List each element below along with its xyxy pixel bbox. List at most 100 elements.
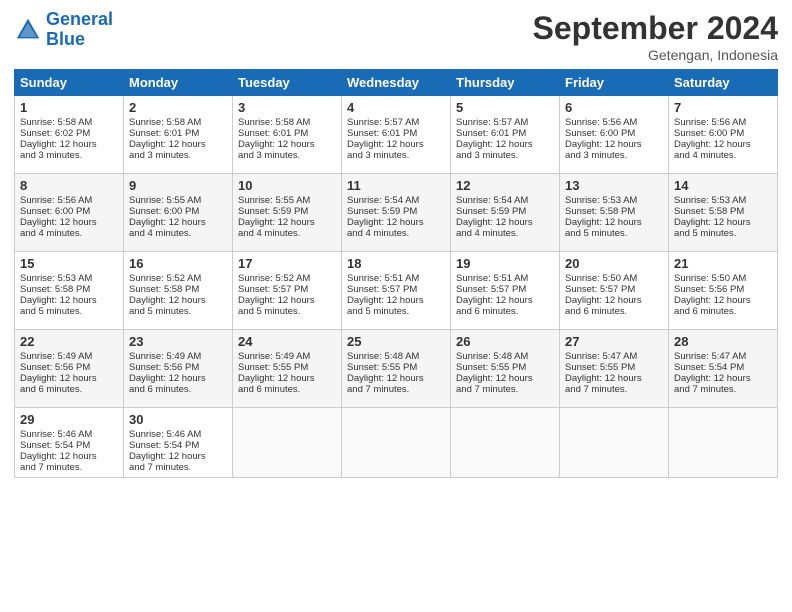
calendar-cell: 20Sunrise: 5:50 AMSunset: 5:57 PMDayligh… bbox=[560, 252, 669, 330]
calendar-cell bbox=[342, 408, 451, 478]
daylight-text-cont: and 7 minutes. bbox=[565, 384, 663, 395]
calendar-cell: 7Sunrise: 5:56 AMSunset: 6:00 PMDaylight… bbox=[669, 96, 778, 174]
sunset-text: Sunset: 5:56 PM bbox=[674, 284, 772, 295]
sunset-text: Sunset: 5:55 PM bbox=[456, 362, 554, 373]
calendar-cell bbox=[451, 408, 560, 478]
daylight-text-cont: and 6 minutes. bbox=[238, 384, 336, 395]
sunrise-text: Sunrise: 5:57 AM bbox=[456, 117, 554, 128]
day-number: 13 bbox=[565, 178, 663, 193]
sunset-text: Sunset: 5:58 PM bbox=[674, 206, 772, 217]
sunrise-text: Sunrise: 5:57 AM bbox=[347, 117, 445, 128]
daylight-text: Daylight: 12 hours bbox=[456, 139, 554, 150]
sunset-text: Sunset: 6:01 PM bbox=[238, 128, 336, 139]
sunset-text: Sunset: 6:00 PM bbox=[20, 206, 118, 217]
daylight-text: Daylight: 12 hours bbox=[565, 217, 663, 228]
calendar-cell bbox=[669, 408, 778, 478]
sunrise-text: Sunrise: 5:47 AM bbox=[674, 351, 772, 362]
calendar-table: SundayMondayTuesdayWednesdayThursdayFrid… bbox=[14, 69, 778, 478]
day-number: 5 bbox=[456, 100, 554, 115]
sunset-text: Sunset: 5:58 PM bbox=[565, 206, 663, 217]
daylight-text-cont: and 7 minutes. bbox=[674, 384, 772, 395]
sunrise-text: Sunrise: 5:51 AM bbox=[456, 273, 554, 284]
daylight-text-cont: and 5 minutes. bbox=[129, 306, 227, 317]
day-header-thursday: Thursday bbox=[451, 70, 560, 96]
week-row-3: 15Sunrise: 5:53 AMSunset: 5:58 PMDayligh… bbox=[15, 252, 778, 330]
daylight-text: Daylight: 12 hours bbox=[565, 295, 663, 306]
sunrise-text: Sunrise: 5:53 AM bbox=[20, 273, 118, 284]
sunset-text: Sunset: 5:56 PM bbox=[20, 362, 118, 373]
sunrise-text: Sunrise: 5:49 AM bbox=[20, 351, 118, 362]
day-number: 12 bbox=[456, 178, 554, 193]
daylight-text: Daylight: 12 hours bbox=[456, 217, 554, 228]
sunrise-text: Sunrise: 5:53 AM bbox=[674, 195, 772, 206]
daylight-text-cont: and 3 minutes. bbox=[347, 150, 445, 161]
sunset-text: Sunset: 5:57 PM bbox=[565, 284, 663, 295]
daylight-text: Daylight: 12 hours bbox=[20, 295, 118, 306]
calendar-cell: 4Sunrise: 5:57 AMSunset: 6:01 PMDaylight… bbox=[342, 96, 451, 174]
sunset-text: Sunset: 5:55 PM bbox=[565, 362, 663, 373]
day-number: 19 bbox=[456, 256, 554, 271]
sunrise-text: Sunrise: 5:58 AM bbox=[238, 117, 336, 128]
title-block: September 2024 Getengan, Indonesia bbox=[533, 10, 778, 63]
day-number: 14 bbox=[674, 178, 772, 193]
daylight-text: Daylight: 12 hours bbox=[238, 295, 336, 306]
sunset-text: Sunset: 5:59 PM bbox=[347, 206, 445, 217]
sunrise-text: Sunrise: 5:47 AM bbox=[565, 351, 663, 362]
daylight-text: Daylight: 12 hours bbox=[20, 373, 118, 384]
daylight-text: Daylight: 12 hours bbox=[347, 295, 445, 306]
week-row-1: 1Sunrise: 5:58 AMSunset: 6:02 PMDaylight… bbox=[15, 96, 778, 174]
sunset-text: Sunset: 5:58 PM bbox=[20, 284, 118, 295]
logo-icon bbox=[14, 16, 42, 44]
daylight-text: Daylight: 12 hours bbox=[20, 139, 118, 150]
daylight-text-cont: and 5 minutes. bbox=[20, 306, 118, 317]
day-number: 28 bbox=[674, 334, 772, 349]
daylight-text: Daylight: 12 hours bbox=[20, 451, 118, 462]
sunrise-text: Sunrise: 5:52 AM bbox=[238, 273, 336, 284]
sunrise-text: Sunrise: 5:56 AM bbox=[20, 195, 118, 206]
daylight-text: Daylight: 12 hours bbox=[674, 373, 772, 384]
day-number: 1 bbox=[20, 100, 118, 115]
day-header-saturday: Saturday bbox=[669, 70, 778, 96]
sunset-text: Sunset: 5:54 PM bbox=[20, 440, 118, 451]
sunrise-text: Sunrise: 5:58 AM bbox=[20, 117, 118, 128]
page-container: General Blue September 2024 Getengan, In… bbox=[0, 0, 792, 612]
calendar-cell: 12 Sunrise: 5:54 AMSunset: 5:59 PMDayligh… bbox=[451, 174, 560, 252]
calendar-cell: 19Sunrise: 5:51 AMSunset: 5:57 PMDayligh… bbox=[451, 252, 560, 330]
sunrise-text: Sunrise: 5:58 AM bbox=[129, 117, 227, 128]
week-row-2: 8Sunrise: 5:56 AMSunset: 6:00 PMDaylight… bbox=[15, 174, 778, 252]
calendar-cell: 25Sunrise: 5:48 AMSunset: 5:55 PMDayligh… bbox=[342, 330, 451, 408]
daylight-text-cont: and 5 minutes. bbox=[565, 228, 663, 239]
day-number: 10 bbox=[238, 178, 336, 193]
sunrise-text: Sunrise: 5:49 AM bbox=[129, 351, 227, 362]
daylight-text-cont: and 5 minutes. bbox=[238, 306, 336, 317]
daylight-text-cont: and 5 minutes. bbox=[674, 228, 772, 239]
daylight-text: Daylight: 12 hours bbox=[565, 373, 663, 384]
day-number: 29 bbox=[20, 412, 118, 427]
day-number: 22 bbox=[20, 334, 118, 349]
logo-line1: General bbox=[46, 9, 113, 29]
day-number: 23 bbox=[129, 334, 227, 349]
sunrise-text: Sunrise: 5:50 AM bbox=[565, 273, 663, 284]
sunset-text: Sunset: 5:59 PM bbox=[456, 206, 554, 217]
daylight-text-cont: and 6 minutes. bbox=[129, 384, 227, 395]
daylight-text-cont: and 4 minutes. bbox=[456, 228, 554, 239]
calendar-cell: 24Sunrise: 5:49 AMSunset: 5:55 PMDayligh… bbox=[233, 330, 342, 408]
sunrise-text: Sunrise: 5:56 AM bbox=[674, 117, 772, 128]
sunset-text: Sunset: 6:00 PM bbox=[565, 128, 663, 139]
day-number: 30 bbox=[129, 412, 227, 427]
sunrise-text: Sunrise: 5:54 AM bbox=[456, 195, 554, 206]
calendar-cell: 29Sunrise: 5:46 AMSunset: 5:54 PMDayligh… bbox=[15, 408, 124, 478]
sunset-text: Sunset: 6:01 PM bbox=[129, 128, 227, 139]
day-number: 17 bbox=[238, 256, 336, 271]
day-number: 4 bbox=[347, 100, 445, 115]
calendar-cell: 1Sunrise: 5:58 AMSunset: 6:02 PMDaylight… bbox=[15, 96, 124, 174]
day-header-monday: Monday bbox=[124, 70, 233, 96]
daylight-text: Daylight: 12 hours bbox=[347, 217, 445, 228]
daylight-text-cont: and 4 minutes. bbox=[129, 228, 227, 239]
daylight-text-cont: and 6 minutes. bbox=[20, 384, 118, 395]
daylight-text: Daylight: 12 hours bbox=[456, 295, 554, 306]
calendar-cell: 8Sunrise: 5:56 AMSunset: 6:00 PMDaylight… bbox=[15, 174, 124, 252]
calendar-cell: 9Sunrise: 5:55 AMSunset: 6:00 PMDaylight… bbox=[124, 174, 233, 252]
sunset-text: Sunset: 5:57 PM bbox=[238, 284, 336, 295]
sunset-text: Sunset: 5:54 PM bbox=[674, 362, 772, 373]
